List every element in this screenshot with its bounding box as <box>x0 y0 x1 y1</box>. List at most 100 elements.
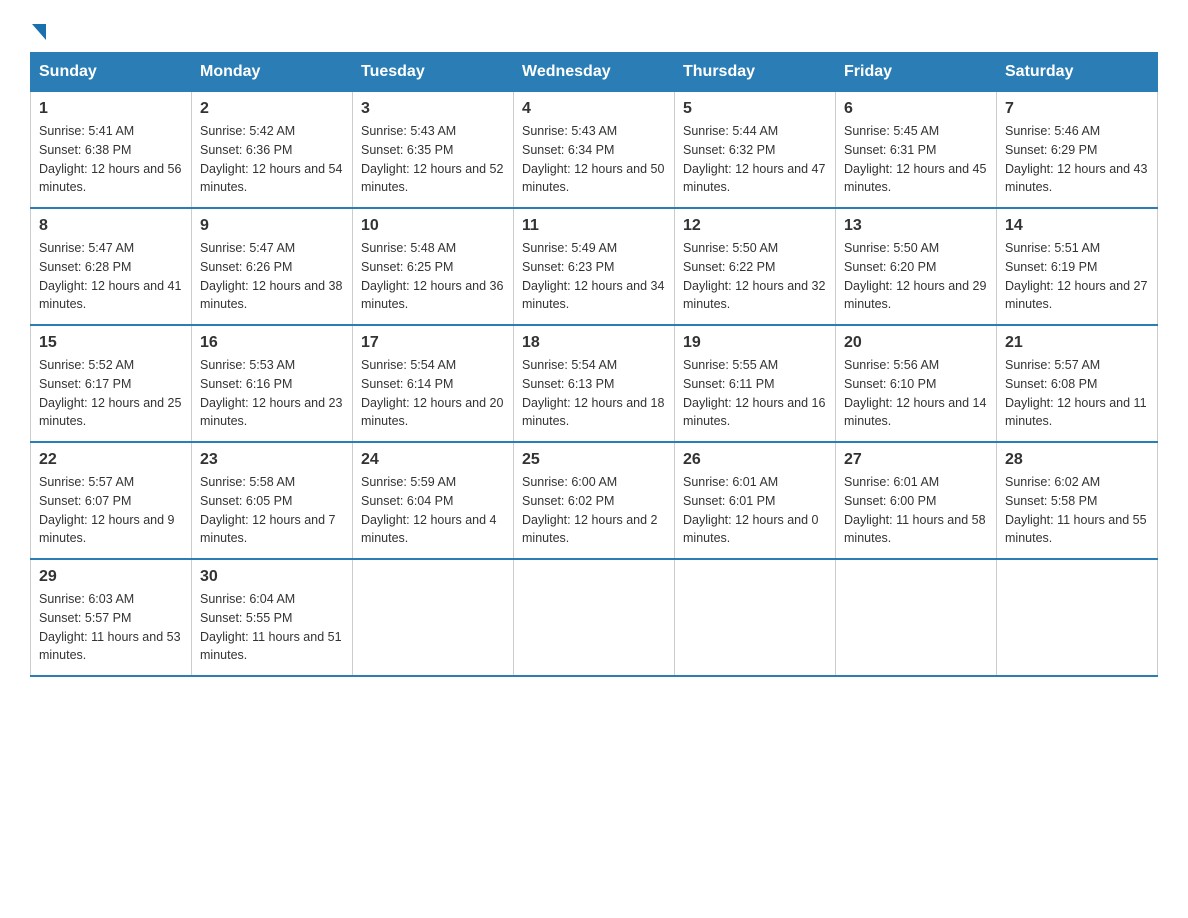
header-cell-thursday: Thursday <box>675 53 836 92</box>
day-cell: 13 Sunrise: 5:50 AM Sunset: 6:20 PM Dayl… <box>836 208 997 325</box>
week-row-4: 22 Sunrise: 5:57 AM Sunset: 6:07 PM Dayl… <box>31 442 1158 559</box>
day-number: 26 <box>683 451 827 469</box>
week-row-5: 29 Sunrise: 6:03 AM Sunset: 5:57 PM Dayl… <box>31 559 1158 676</box>
header-row: SundayMondayTuesdayWednesdayThursdayFrid… <box>31 53 1158 92</box>
day-info: Sunrise: 5:53 AM Sunset: 6:16 PM Dayligh… <box>200 356 344 431</box>
logo-area <box>30 20 48 32</box>
day-number: 11 <box>522 217 666 235</box>
day-cell: 17 Sunrise: 5:54 AM Sunset: 6:14 PM Dayl… <box>353 325 514 442</box>
logo-triangle-icon <box>32 24 46 40</box>
day-number: 15 <box>39 334 183 352</box>
day-cell: 15 Sunrise: 5:52 AM Sunset: 6:17 PM Dayl… <box>31 325 192 442</box>
day-cell: 10 Sunrise: 5:48 AM Sunset: 6:25 PM Dayl… <box>353 208 514 325</box>
calendar-header: SundayMondayTuesdayWednesdayThursdayFrid… <box>31 53 1158 92</box>
day-cell <box>353 559 514 676</box>
header-cell-friday: Friday <box>836 53 997 92</box>
day-cell: 23 Sunrise: 5:58 AM Sunset: 6:05 PM Dayl… <box>192 442 353 559</box>
header-cell-wednesday: Wednesday <box>514 53 675 92</box>
day-cell: 22 Sunrise: 5:57 AM Sunset: 6:07 PM Dayl… <box>31 442 192 559</box>
day-number: 1 <box>39 100 183 118</box>
day-number: 16 <box>200 334 344 352</box>
day-cell: 1 Sunrise: 5:41 AM Sunset: 6:38 PM Dayli… <box>31 92 192 209</box>
day-number: 5 <box>683 100 827 118</box>
day-cell: 24 Sunrise: 5:59 AM Sunset: 6:04 PM Dayl… <box>353 442 514 559</box>
day-info: Sunrise: 5:45 AM Sunset: 6:31 PM Dayligh… <box>844 122 988 197</box>
day-cell: 30 Sunrise: 6:04 AM Sunset: 5:55 PM Dayl… <box>192 559 353 676</box>
day-info: Sunrise: 5:44 AM Sunset: 6:32 PM Dayligh… <box>683 122 827 197</box>
calendar-body: 1 Sunrise: 5:41 AM Sunset: 6:38 PM Dayli… <box>31 92 1158 677</box>
day-info: Sunrise: 5:43 AM Sunset: 6:35 PM Dayligh… <box>361 122 505 197</box>
day-info: Sunrise: 5:46 AM Sunset: 6:29 PM Dayligh… <box>1005 122 1149 197</box>
day-info: Sunrise: 5:55 AM Sunset: 6:11 PM Dayligh… <box>683 356 827 431</box>
day-info: Sunrise: 5:50 AM Sunset: 6:20 PM Dayligh… <box>844 239 988 314</box>
day-cell: 7 Sunrise: 5:46 AM Sunset: 6:29 PM Dayli… <box>997 92 1158 209</box>
day-number: 14 <box>1005 217 1149 235</box>
day-info: Sunrise: 5:41 AM Sunset: 6:38 PM Dayligh… <box>39 122 183 197</box>
day-info: Sunrise: 6:01 AM Sunset: 6:00 PM Dayligh… <box>844 473 988 548</box>
day-cell: 5 Sunrise: 5:44 AM Sunset: 6:32 PM Dayli… <box>675 92 836 209</box>
day-cell: 27 Sunrise: 6:01 AM Sunset: 6:00 PM Dayl… <box>836 442 997 559</box>
day-number: 24 <box>361 451 505 469</box>
day-number: 30 <box>200 568 344 586</box>
day-cell: 12 Sunrise: 5:50 AM Sunset: 6:22 PM Dayl… <box>675 208 836 325</box>
day-cell: 2 Sunrise: 5:42 AM Sunset: 6:36 PM Dayli… <box>192 92 353 209</box>
day-cell: 11 Sunrise: 5:49 AM Sunset: 6:23 PM Dayl… <box>514 208 675 325</box>
day-number: 21 <box>1005 334 1149 352</box>
day-number: 4 <box>522 100 666 118</box>
day-info: Sunrise: 5:59 AM Sunset: 6:04 PM Dayligh… <box>361 473 505 548</box>
day-cell: 9 Sunrise: 5:47 AM Sunset: 6:26 PM Dayli… <box>192 208 353 325</box>
day-info: Sunrise: 6:00 AM Sunset: 6:02 PM Dayligh… <box>522 473 666 548</box>
day-number: 17 <box>361 334 505 352</box>
day-cell: 26 Sunrise: 6:01 AM Sunset: 6:01 PM Dayl… <box>675 442 836 559</box>
day-number: 13 <box>844 217 988 235</box>
calendar-table: SundayMondayTuesdayWednesdayThursdayFrid… <box>30 52 1158 677</box>
day-cell: 8 Sunrise: 5:47 AM Sunset: 6:28 PM Dayli… <box>31 208 192 325</box>
day-info: Sunrise: 6:04 AM Sunset: 5:55 PM Dayligh… <box>200 590 344 665</box>
day-info: Sunrise: 5:48 AM Sunset: 6:25 PM Dayligh… <box>361 239 505 314</box>
day-number: 7 <box>1005 100 1149 118</box>
day-cell: 3 Sunrise: 5:43 AM Sunset: 6:35 PM Dayli… <box>353 92 514 209</box>
day-cell: 19 Sunrise: 5:55 AM Sunset: 6:11 PM Dayl… <box>675 325 836 442</box>
day-cell: 16 Sunrise: 5:53 AM Sunset: 6:16 PM Dayl… <box>192 325 353 442</box>
day-info: Sunrise: 5:56 AM Sunset: 6:10 PM Dayligh… <box>844 356 988 431</box>
logo <box>30 20 48 36</box>
day-number: 27 <box>844 451 988 469</box>
day-number: 23 <box>200 451 344 469</box>
day-number: 19 <box>683 334 827 352</box>
day-number: 28 <box>1005 451 1149 469</box>
day-number: 6 <box>844 100 988 118</box>
day-info: Sunrise: 5:58 AM Sunset: 6:05 PM Dayligh… <box>200 473 344 548</box>
day-cell <box>514 559 675 676</box>
header-cell-tuesday: Tuesday <box>353 53 514 92</box>
day-number: 22 <box>39 451 183 469</box>
day-info: Sunrise: 5:54 AM Sunset: 6:13 PM Dayligh… <box>522 356 666 431</box>
day-info: Sunrise: 5:47 AM Sunset: 6:26 PM Dayligh… <box>200 239 344 314</box>
day-info: Sunrise: 5:52 AM Sunset: 6:17 PM Dayligh… <box>39 356 183 431</box>
day-number: 2 <box>200 100 344 118</box>
day-info: Sunrise: 6:03 AM Sunset: 5:57 PM Dayligh… <box>39 590 183 665</box>
day-info: Sunrise: 5:51 AM Sunset: 6:19 PM Dayligh… <box>1005 239 1149 314</box>
day-cell: 18 Sunrise: 5:54 AM Sunset: 6:13 PM Dayl… <box>514 325 675 442</box>
day-info: Sunrise: 5:54 AM Sunset: 6:14 PM Dayligh… <box>361 356 505 431</box>
week-row-2: 8 Sunrise: 5:47 AM Sunset: 6:28 PM Dayli… <box>31 208 1158 325</box>
day-cell: 6 Sunrise: 5:45 AM Sunset: 6:31 PM Dayli… <box>836 92 997 209</box>
week-row-1: 1 Sunrise: 5:41 AM Sunset: 6:38 PM Dayli… <box>31 92 1158 209</box>
day-number: 9 <box>200 217 344 235</box>
day-info: Sunrise: 6:02 AM Sunset: 5:58 PM Dayligh… <box>1005 473 1149 548</box>
day-info: Sunrise: 5:47 AM Sunset: 6:28 PM Dayligh… <box>39 239 183 314</box>
header-cell-saturday: Saturday <box>997 53 1158 92</box>
day-cell: 14 Sunrise: 5:51 AM Sunset: 6:19 PM Dayl… <box>997 208 1158 325</box>
day-number: 10 <box>361 217 505 235</box>
day-cell <box>997 559 1158 676</box>
day-number: 25 <box>522 451 666 469</box>
day-cell: 25 Sunrise: 6:00 AM Sunset: 6:02 PM Dayl… <box>514 442 675 559</box>
day-number: 12 <box>683 217 827 235</box>
day-cell: 21 Sunrise: 5:57 AM Sunset: 6:08 PM Dayl… <box>997 325 1158 442</box>
page-header <box>30 20 1158 32</box>
header-cell-monday: Monday <box>192 53 353 92</box>
week-row-3: 15 Sunrise: 5:52 AM Sunset: 6:17 PM Dayl… <box>31 325 1158 442</box>
day-info: Sunrise: 5:43 AM Sunset: 6:34 PM Dayligh… <box>522 122 666 197</box>
day-number: 18 <box>522 334 666 352</box>
day-number: 8 <box>39 217 183 235</box>
day-info: Sunrise: 6:01 AM Sunset: 6:01 PM Dayligh… <box>683 473 827 548</box>
